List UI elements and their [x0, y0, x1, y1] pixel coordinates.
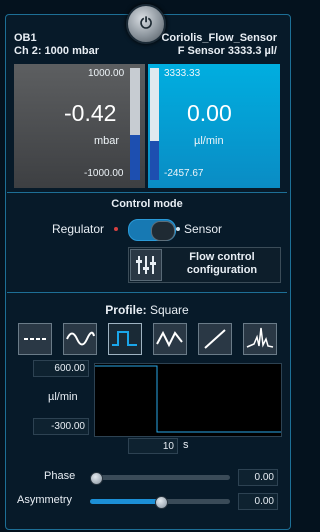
toggle-thumb — [151, 221, 175, 241]
period-field[interactable]: 10 — [128, 438, 178, 454]
phase-slider-thumb[interactable] — [90, 472, 103, 485]
period-unit: s — [183, 439, 189, 451]
profile-unit-label: µl/min — [48, 391, 78, 403]
profile-max-field[interactable]: 600.00 — [33, 360, 89, 377]
waveform-custom-button[interactable] — [243, 323, 277, 355]
waveform-sine-button[interactable] — [63, 323, 97, 355]
divider — [7, 292, 287, 293]
sensor-label: Sensor — [184, 222, 223, 236]
spike-icon — [246, 327, 274, 348]
asymmetry-label: Asymmetry — [17, 494, 72, 506]
sensor-indicator — [176, 227, 180, 231]
instrument-name: OB1 — [14, 32, 37, 44]
power-icon: ⏻ — [140, 15, 152, 32]
waveform-ramp-button[interactable] — [198, 323, 232, 355]
phase-label: Phase — [44, 470, 76, 482]
dashed-line-icon — [24, 338, 46, 340]
channel-label: Ch 2: 1000 mbar — [14, 45, 99, 57]
flow-unit: µl/min — [194, 135, 224, 147]
asymmetry-slider-thumb[interactable] — [155, 496, 168, 509]
power-button[interactable]: ⏻ — [126, 4, 166, 44]
phase-value-field[interactable]: 0.00 — [238, 469, 278, 486]
profile-title: Profile: Square — [0, 303, 294, 317]
triangle-wave-icon — [156, 330, 183, 348]
sensor-range: F Sensor 3333.3 µl/ — [177, 45, 277, 57]
flow-max-label: 3333.33 — [164, 68, 201, 79]
asymmetry-value-field[interactable]: 0.00 — [238, 493, 278, 510]
pressure-unit: mbar — [94, 135, 120, 147]
flow-min-label: -2457.67 — [164, 168, 204, 179]
sliders-icon — [130, 249, 162, 281]
flow-control-label-line2: configuration — [186, 264, 258, 276]
waveform-constant-button[interactable] — [18, 323, 52, 355]
profile-preview-line — [95, 365, 281, 433]
pressure-max-label: 1000.00 — [88, 68, 125, 79]
square-wave-icon — [112, 331, 137, 346]
flow-value: 0.00 — [187, 100, 232, 126]
flow-control-config-label: Flow control configuration — [168, 251, 276, 277]
ramp-icon — [204, 329, 226, 349]
control-mode-title: Control mode — [111, 198, 183, 210]
waveform-square-button[interactable] — [108, 323, 142, 355]
sensor-info: Coriolis_Flow_Sensor F Sensor 3333.3 µl/ — [161, 32, 277, 58]
profile-value: Square — [149, 303, 189, 317]
flow-level-fill — [150, 141, 159, 180]
profile-label: Profile: — [105, 303, 147, 317]
control-mode-toggle[interactable] — [128, 219, 176, 241]
divider — [7, 192, 287, 193]
regulator-label: Regulator — [52, 222, 105, 236]
profile-min-field[interactable]: -300.00 — [33, 418, 89, 435]
instrument-info: OB1 Ch 2: 1000 mbar — [14, 32, 99, 58]
asymmetry-slider-fill — [90, 499, 161, 504]
waveform-triangle-button[interactable] — [153, 323, 187, 355]
profile-preview-graph — [94, 363, 282, 437]
flow-control-label-line1: Flow control — [189, 251, 255, 263]
regulator-indicator — [114, 227, 118, 231]
sine-wave-icon — [66, 331, 95, 346]
pressure-min-label: -1000.00 — [84, 168, 124, 179]
sensor-name: Coriolis_Flow_Sensor — [161, 32, 277, 44]
phase-slider-track[interactable] — [90, 475, 230, 480]
pressure-value: -0.42 — [64, 100, 117, 126]
pressure-level-fill — [130, 135, 140, 180]
